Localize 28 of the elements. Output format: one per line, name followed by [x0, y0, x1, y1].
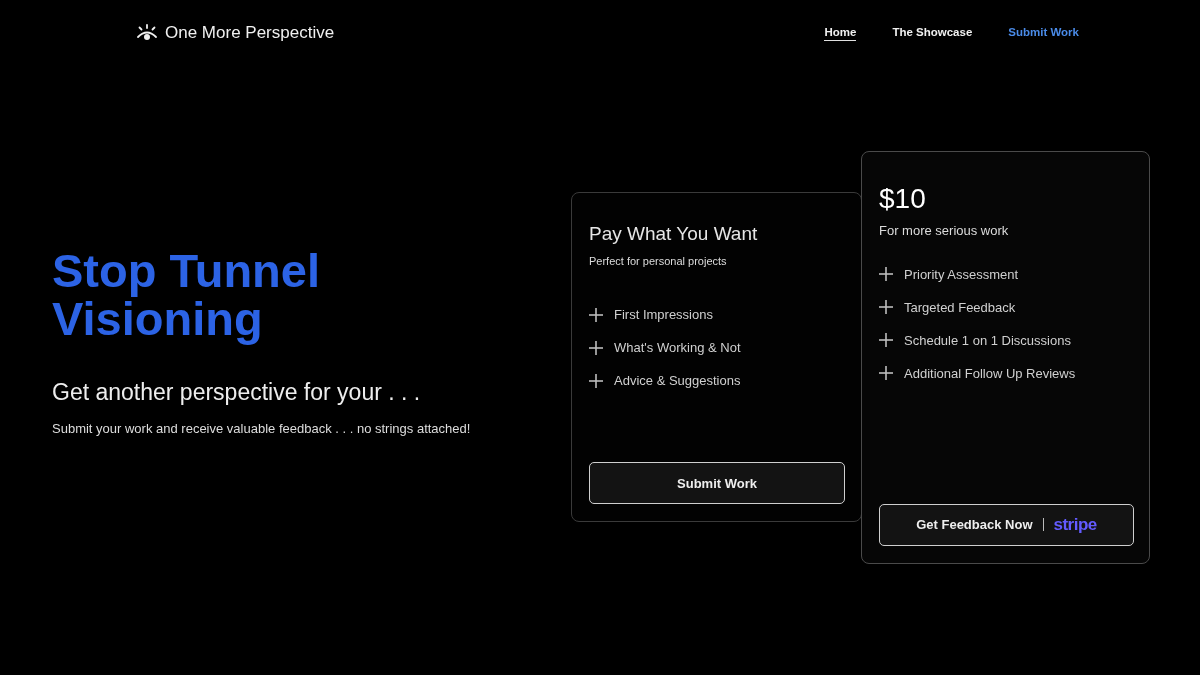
feature-text: Priority Assessment: [904, 266, 1019, 282]
plan-tagline: Perfect for personal projects: [589, 254, 728, 267]
submit-work-button[interactable]: Submit Work: [589, 462, 845, 504]
feature-text: What's Working & Not: [614, 340, 741, 356]
get-feedback-button[interactable]: Get Feedback Now stripe: [879, 503, 1134, 546]
hero-title: Stop Tunnel Visioning: [52, 246, 322, 343]
feature-text: Advice & Suggestions: [614, 373, 741, 389]
plus-icon: [879, 267, 893, 282]
plus-icon: [589, 307, 603, 322]
plan-price: $10: [879, 181, 927, 216]
site-logo-text: One More Perspective: [165, 23, 335, 43]
nav-link[interactable]: Submit Work: [1008, 25, 1079, 41]
feature-text: Schedule 1 on 1 Discussions: [904, 332, 1071, 348]
feature-text: First Impressions: [614, 307, 713, 323]
plus-icon: [589, 373, 603, 388]
nav-link[interactable]: Home: [824, 25, 857, 41]
plan-tagline: For more serious work: [879, 223, 1010, 239]
feature-text: Targeted Feedback: [904, 299, 1016, 315]
hero-description: Submit your work and receive valuable feedback . . . no strings attached!: [52, 420, 472, 436]
nav-link[interactable]: The Showcase: [892, 25, 973, 41]
eye-icon: [136, 24, 158, 42]
plus-icon: [879, 300, 893, 315]
plan-title: Pay What You Want: [589, 223, 759, 246]
hero-subtitle: Get another perspective for your . . .: [52, 378, 422, 406]
feature-text: Additional Follow Up Reviews: [904, 365, 1076, 381]
plus-icon: [879, 366, 893, 381]
plus-icon: [879, 333, 893, 348]
plus-icon: [589, 340, 603, 355]
